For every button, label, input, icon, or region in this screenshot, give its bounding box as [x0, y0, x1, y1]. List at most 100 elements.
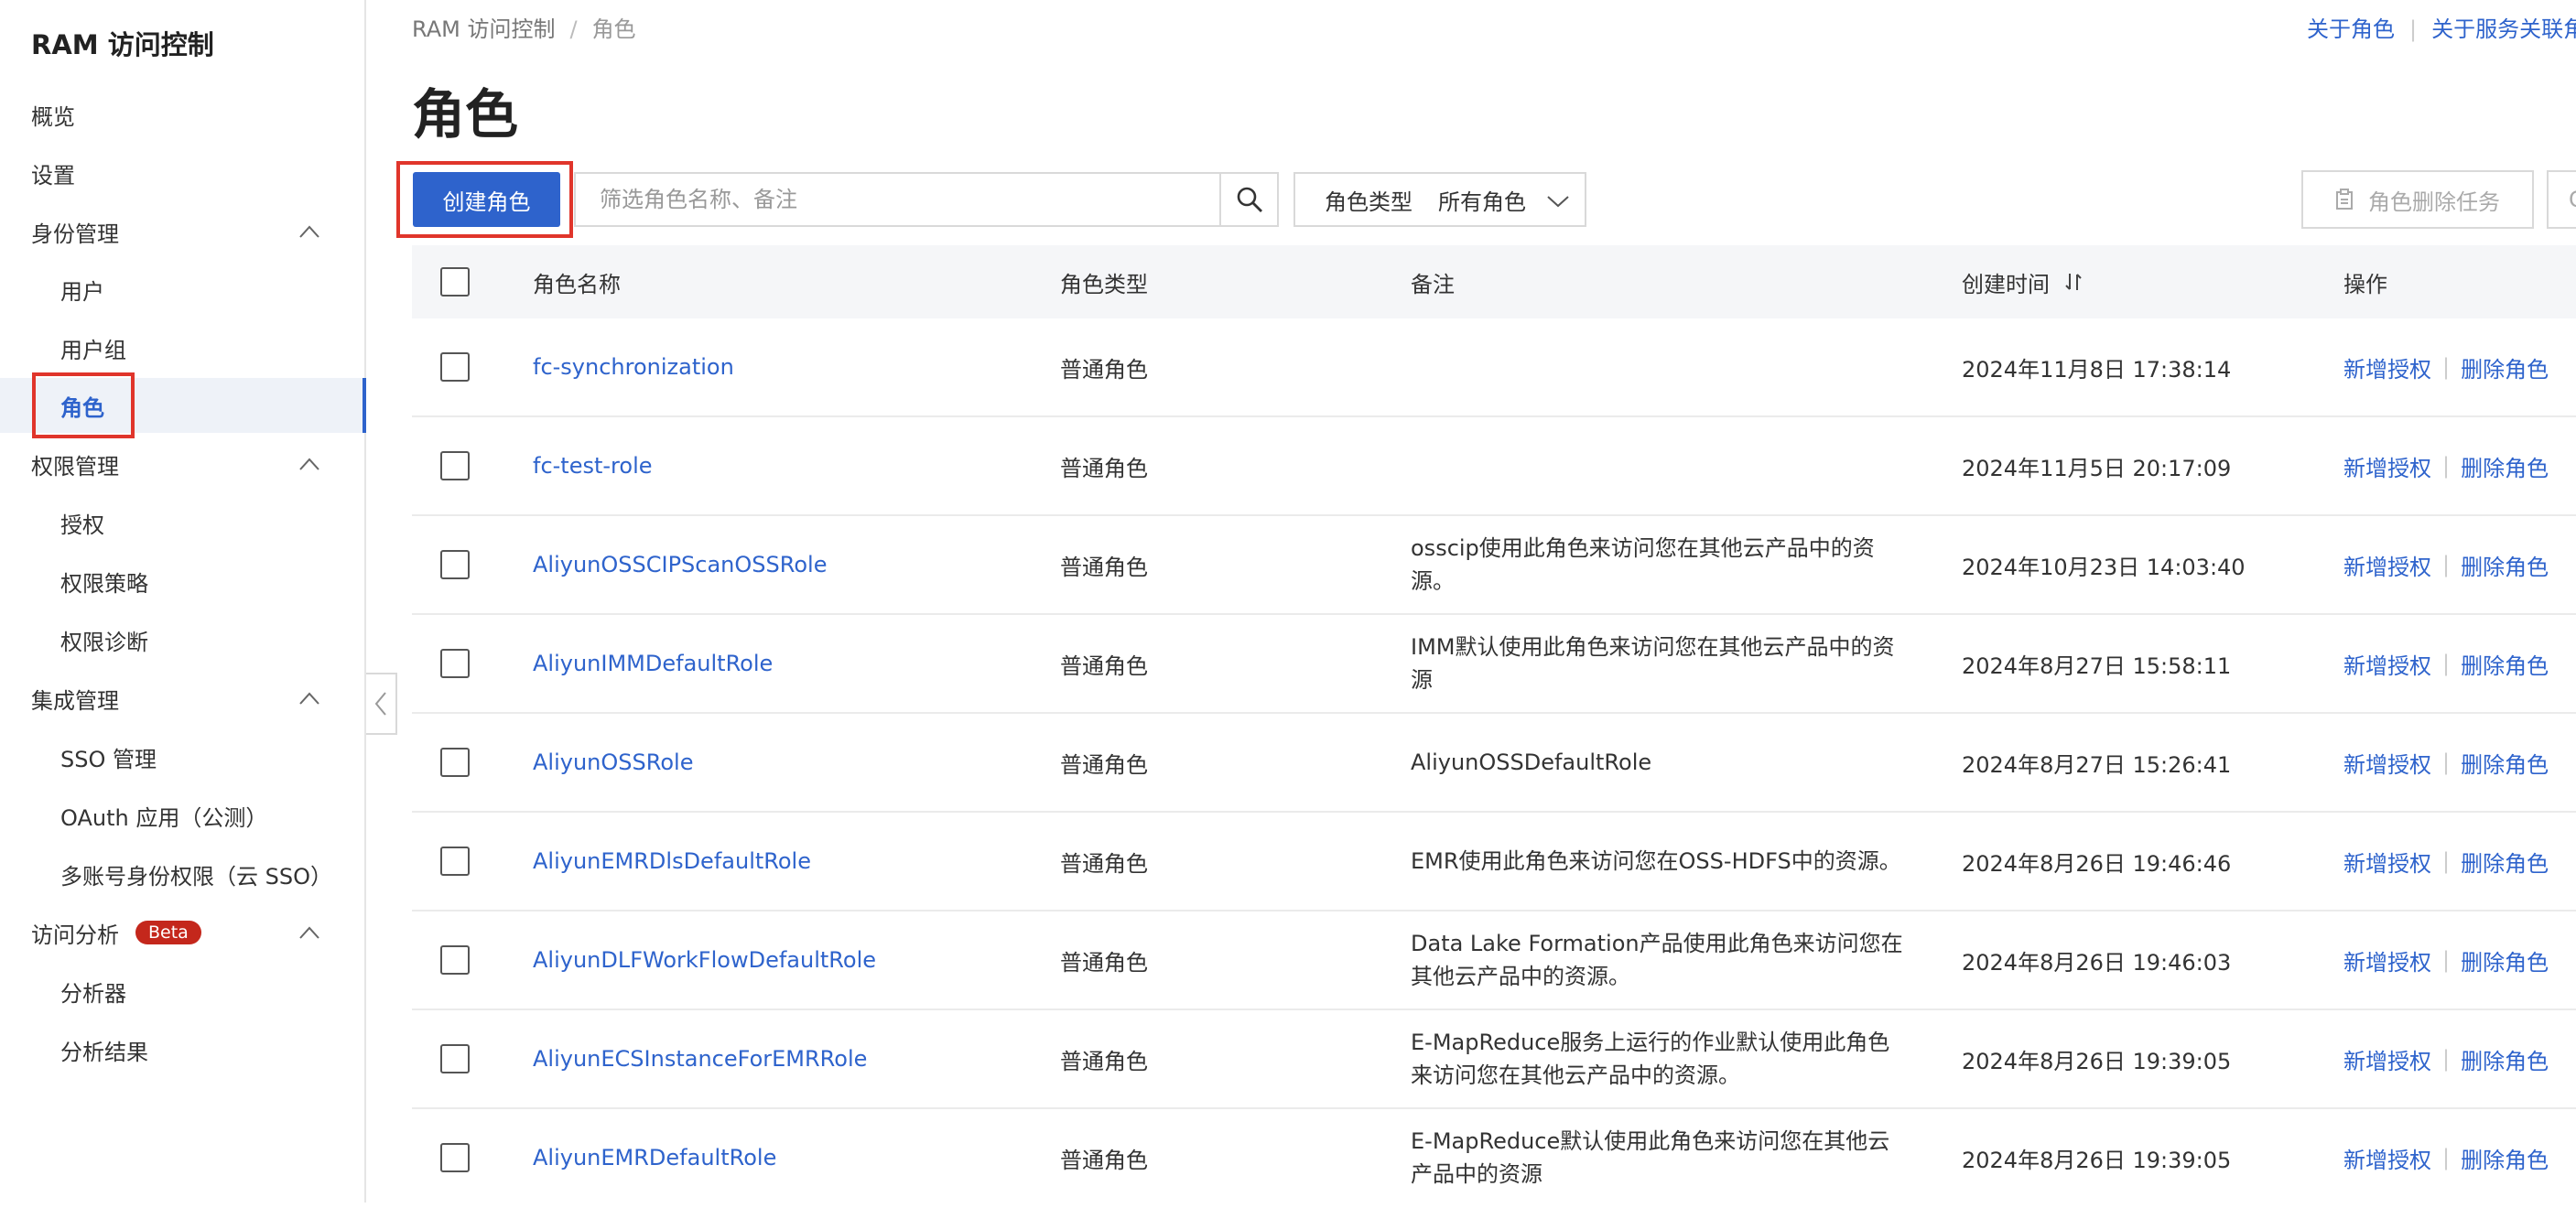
- sidebar-item-oauth[interactable]: OAuth 应用（公测）: [0, 788, 364, 843]
- sidebar-item-label: 权限诊断: [60, 629, 148, 655]
- header-note: 备注: [1411, 271, 1455, 297]
- role-type-label: 角色类型: [1325, 189, 1412, 215]
- delete-role-link[interactable]: 删除角色: [2461, 1043, 2549, 1075]
- chevron-up-icon[interactable]: [298, 689, 320, 707]
- sidebar-item-label: 集成管理: [31, 687, 119, 714]
- select-all-checkbox[interactable]: [440, 267, 470, 297]
- delete-role-link[interactable]: 删除角色: [2461, 450, 2549, 482]
- sidebar-item-label: 设置: [31, 162, 75, 189]
- row-checkbox[interactable]: [440, 945, 470, 975]
- role-name-link[interactable]: AliyunOSSCIPScanOSSRole: [533, 516, 827, 613]
- delete-role-link[interactable]: 删除角色: [2461, 549, 2549, 581]
- row-checkbox[interactable]: [440, 1044, 470, 1073]
- role-name-link[interactable]: AliyunEMRDefaultRole: [533, 1109, 776, 1206]
- sidebar-item-analyzer[interactable]: 分析器: [0, 964, 364, 1019]
- grant-link[interactable]: 新增授权: [2343, 549, 2431, 581]
- grant-link[interactable]: 新增授权: [2343, 351, 2431, 383]
- row-checkbox[interactable]: [440, 352, 470, 382]
- role-name-link[interactable]: fc-test-role: [533, 417, 653, 514]
- role-type: 普通角色: [1060, 356, 1148, 383]
- sidebar-item-sso[interactable]: SSO 管理: [0, 729, 364, 784]
- grant-link[interactable]: 新增授权: [2343, 846, 2431, 878]
- row-actions: 新增授权 | 删除角色: [2343, 318, 2549, 415]
- role-created: 2024年8月26日 19:46:46: [1962, 850, 2232, 877]
- row-checkbox[interactable]: [440, 847, 470, 876]
- role-name-link[interactable]: AliyunOSSRole: [533, 714, 693, 811]
- sidebar-item-overview[interactable]: 概览: [0, 87, 364, 142]
- grant-link[interactable]: 新增授权: [2343, 648, 2431, 680]
- row-checkbox[interactable]: [440, 451, 470, 480]
- sidebar-item-settings[interactable]: 设置: [0, 146, 364, 200]
- sidebar-item-label: 多账号身份权限（云 SSO）: [60, 863, 332, 890]
- role-name-link[interactable]: fc-synchronization: [533, 318, 734, 415]
- role-name-link[interactable]: AliyunEMRDlsDefaultRole: [533, 813, 811, 910]
- role-delete-tasks-label: 角色删除任务: [2368, 189, 2500, 215]
- sidebar-item-grants[interactable]: 授权: [0, 495, 364, 550]
- table-row: AliyunEMRDlsDefaultRole 普通角色 EMR使用此角色来访问…: [412, 813, 2576, 911]
- grant-link[interactable]: 新增授权: [2343, 944, 2431, 976]
- sort-icon: [2065, 274, 2082, 290]
- role-note: [1411, 318, 1905, 415]
- role-note: osscip使用此角色来访问您在其他云产品中的资源。: [1411, 535, 1875, 594]
- about-role-link[interactable]: 关于角色: [2307, 16, 2395, 42]
- header-name: 角色名称: [533, 271, 621, 297]
- action-separator: |: [2442, 651, 2451, 676]
- grant-link[interactable]: 新增授权: [2343, 747, 2431, 779]
- row-checkbox[interactable]: [440, 649, 470, 678]
- chevron-up-icon[interactable]: [298, 222, 320, 241]
- chevron-up-icon[interactable]: [298, 455, 320, 473]
- delete-role-link[interactable]: 删除角色: [2461, 351, 2549, 383]
- role-name-link[interactable]: AliyunDLFWorkFlowDefaultRole: [533, 911, 876, 1008]
- role-name-link[interactable]: AliyunIMMDefaultRole: [533, 615, 773, 712]
- role-created: 2024年11月8日 17:38:14: [1962, 356, 2232, 383]
- role-note: E-MapReduce服务上运行的作业默认使用此角色来访问您在其他云产品中的资源…: [1411, 1030, 1890, 1088]
- delete-role-link[interactable]: 删除角色: [2461, 846, 2549, 878]
- delete-role-link[interactable]: 删除角色: [2461, 747, 2549, 779]
- delete-role-link[interactable]: 删除角色: [2461, 1142, 2549, 1174]
- grant-link[interactable]: 新增授权: [2343, 1142, 2431, 1174]
- header-type: 角色类型: [1060, 271, 1148, 297]
- row-checkbox[interactable]: [440, 1143, 470, 1172]
- toolbar-extra-button[interactable]: C: [2547, 170, 2576, 229]
- row-checkbox[interactable]: [440, 550, 470, 579]
- delete-role-link[interactable]: 删除角色: [2461, 648, 2549, 680]
- sidebar-group-access-analysis[interactable]: 访问分析 Beta: [0, 905, 364, 960]
- sidebar-item-cloud-sso[interactable]: 多账号身份权限（云 SSO）: [0, 847, 364, 901]
- action-separator: |: [2442, 947, 2451, 973]
- sidebar-group-integration[interactable]: 集成管理: [0, 671, 364, 726]
- sidebar-item-label: 访问分析: [31, 922, 119, 948]
- role-note: E-MapReduce默认使用此角色来访问您在其他云产品中的资源: [1411, 1128, 1890, 1187]
- header-created[interactable]: 创建时间: [1962, 245, 2084, 318]
- search-input[interactable]: [574, 172, 1219, 227]
- table-header: 角色名称 角色类型 备注 创建时间 操作: [412, 245, 2576, 318]
- sidebar-item-analysis-results[interactable]: 分析结果: [0, 1022, 364, 1077]
- sidebar-item-policies[interactable]: 权限策略: [0, 554, 364, 609]
- about-linked-role-link[interactable]: 关于服务关联角: [2431, 16, 2576, 42]
- highlight-box-roles: [32, 372, 135, 438]
- delete-role-link[interactable]: 删除角色: [2461, 944, 2549, 976]
- sidebar-item-diagnosis[interactable]: 权限诊断: [0, 612, 364, 667]
- role-name-link[interactable]: AliyunECSInstanceForEMRRole: [533, 1010, 867, 1107]
- action-separator: |: [2442, 1046, 2451, 1072]
- row-actions: 新增授权 | 删除角色: [2343, 1109, 2549, 1206]
- breadcrumb-root[interactable]: RAM 访问控制: [412, 16, 555, 42]
- help-links: 关于角色 | 关于服务关联角: [2307, 11, 2576, 43]
- sidebar-item-user-groups[interactable]: 用户组: [0, 320, 364, 375]
- table-row: fc-synchronization 普通角色 2024年11月8日 17:38…: [412, 318, 2576, 417]
- sidebar-item-label: 用户: [60, 278, 104, 305]
- create-role-button[interactable]: 创建角色: [413, 172, 560, 227]
- chevron-up-icon[interactable]: [298, 923, 320, 942]
- grant-link[interactable]: 新增授权: [2343, 450, 2431, 482]
- table-row: AliyunEMRDefaultRole 普通角色 E-MapReduce默认使…: [412, 1109, 2576, 1208]
- sidebar-item-users[interactable]: 用户: [0, 262, 364, 317]
- search-button[interactable]: [1219, 172, 1279, 227]
- sidebar-group-permissions[interactable]: 权限管理: [0, 437, 364, 491]
- row-checkbox[interactable]: [440, 748, 470, 777]
- role-type-select[interactable]: 角色类型 所有角色: [1293, 172, 1586, 227]
- sidebar-group-identity[interactable]: 身份管理: [0, 204, 364, 259]
- sidebar-item-label: 分析结果: [60, 1039, 148, 1065]
- clipboard-icon: [2335, 189, 2354, 210]
- table-row: AliyunIMMDefaultRole 普通角色 IMM默认使用此角色来访问您…: [412, 615, 2576, 714]
- role-delete-tasks-button[interactable]: 角色删除任务: [2301, 170, 2534, 229]
- grant-link[interactable]: 新增授权: [2343, 1043, 2431, 1075]
